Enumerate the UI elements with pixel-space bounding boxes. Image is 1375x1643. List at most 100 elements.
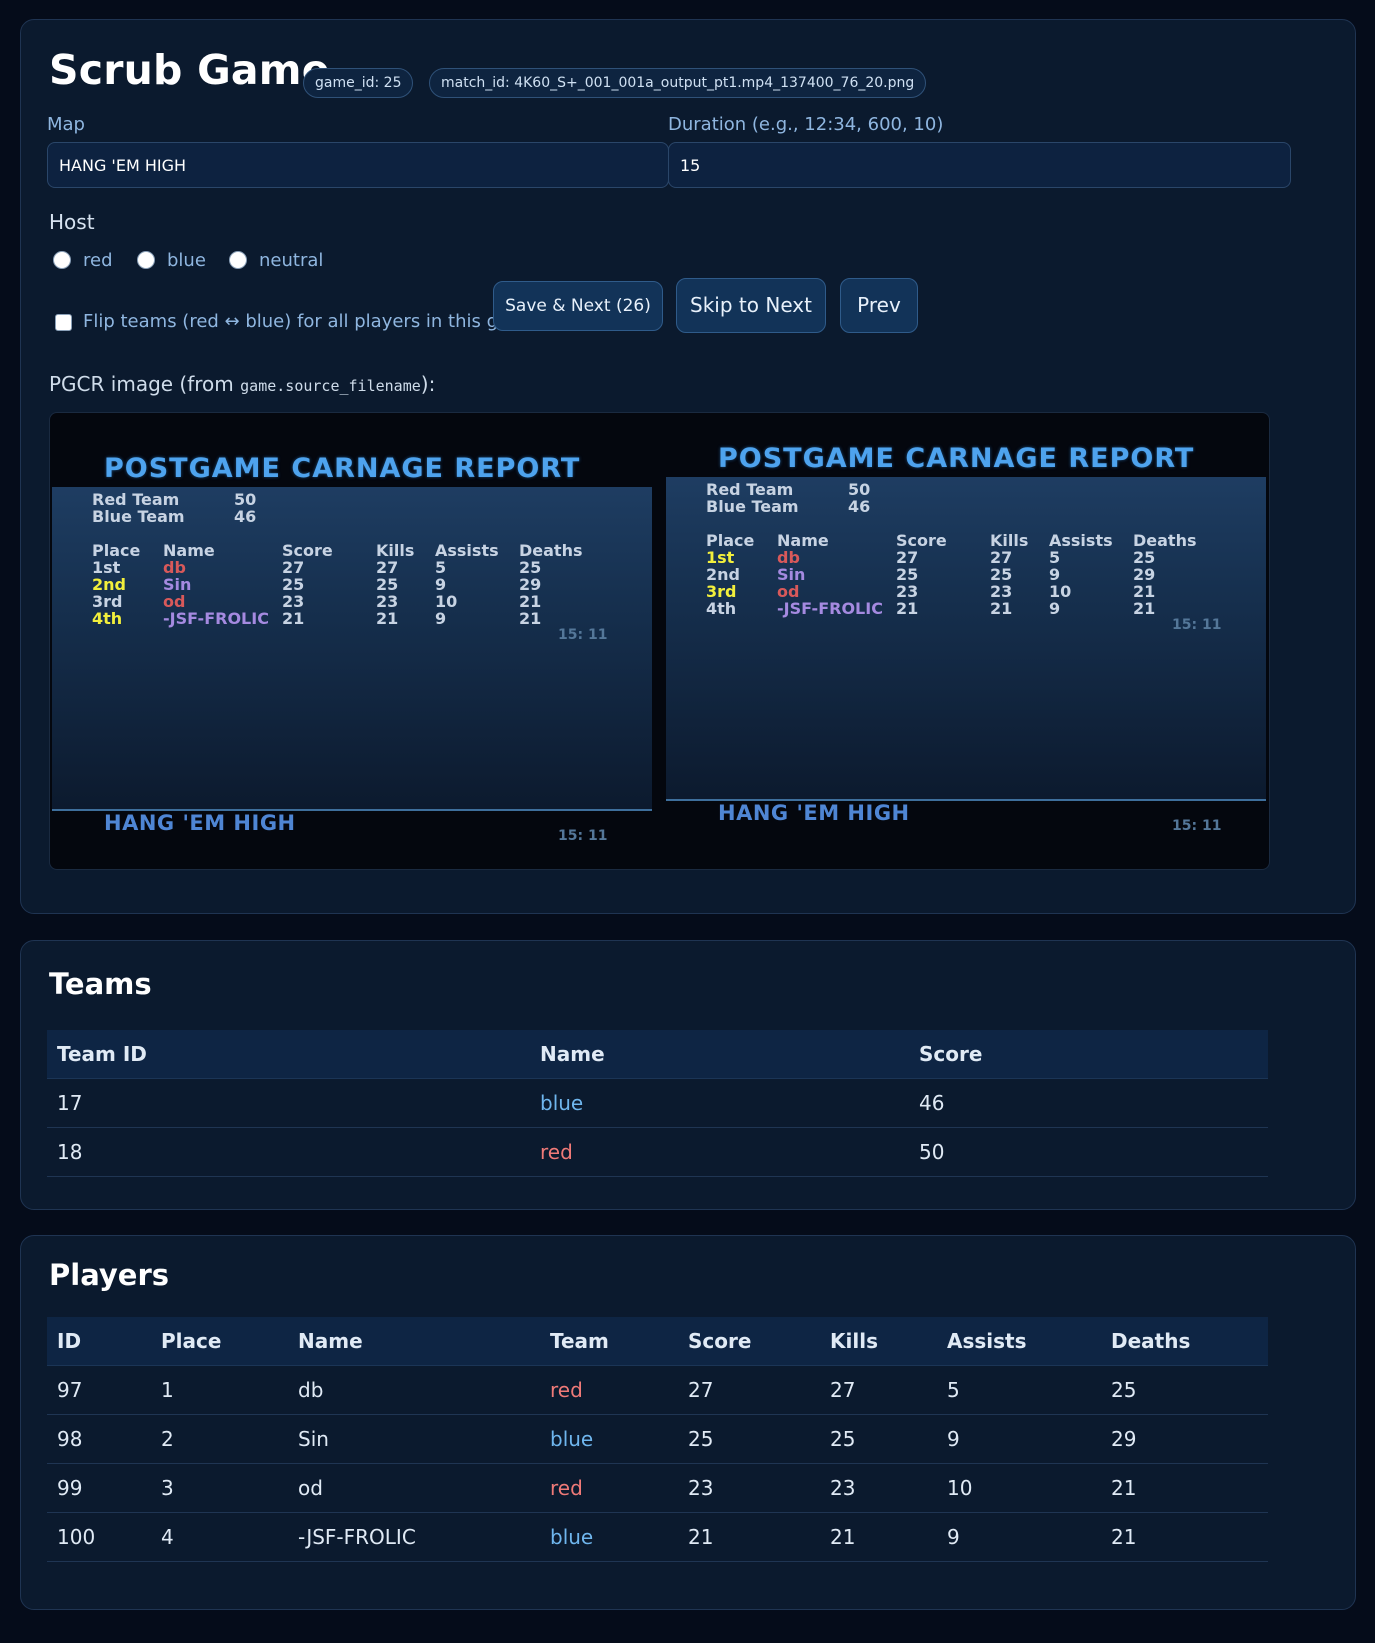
table-row: 99 3 od red 23 23 10 21	[47, 1463, 1268, 1513]
host-radio-neutral[interactable]: neutral	[229, 248, 323, 272]
player-assists-cell: 10	[937, 1463, 1101, 1513]
pgcr-kills-cell: 25	[376, 575, 399, 594]
pgcr-col-header: Assists	[435, 541, 499, 560]
table-row: 18 red 50	[47, 1127, 1268, 1177]
pgcr-image: POSTGAME CARNAGE REPORT Red Team 50 Blue Te…	[49, 412, 1270, 870]
skip-next-button[interactable]: Skip to Next	[676, 278, 826, 333]
player-score-cell: 21	[678, 1512, 820, 1562]
teams-heading: Teams	[49, 967, 152, 1001]
player-place-cell: 4	[151, 1512, 288, 1562]
pgcr-place-cell: 1st	[706, 548, 735, 567]
pgcr-deaths-cell: 21	[1133, 599, 1156, 618]
pgcr-deaths-cell: 29	[1133, 565, 1156, 584]
pgcr-deaths-cell: 21	[1133, 582, 1156, 601]
pgcr-score-cell: 27	[896, 548, 919, 567]
pgcr-place-cell: 3rd	[706, 582, 737, 601]
team-name-cell: blue	[530, 1078, 909, 1128]
pgcr-assists-cell: 5	[1049, 548, 1061, 567]
col-team-id: Team ID	[47, 1030, 530, 1079]
red-team-score: 50	[848, 480, 871, 499]
players-heading: Players	[49, 1258, 170, 1292]
pgcr-assists-cell: 9	[435, 609, 447, 628]
map-label: Map	[47, 114, 85, 135]
pgcr-col-header: Place	[92, 541, 141, 560]
pgcr-kills-cell: 25	[990, 565, 1013, 584]
pgcr-name-cell: Sin	[777, 565, 806, 584]
pgcr-col-header: Kills	[990, 531, 1029, 550]
pgcr-name-cell: Sin	[163, 575, 192, 594]
player-kills-cell: 23	[820, 1463, 937, 1513]
pgcr-name-cell: db	[163, 558, 186, 577]
player-assists-cell: 5	[937, 1365, 1101, 1415]
host-label: Host	[49, 210, 95, 234]
player-name-cell: od	[288, 1463, 540, 1513]
pgcr-col-header: Deaths	[1133, 531, 1197, 550]
game-id-badge: game_id: 25	[303, 68, 414, 98]
duration-input[interactable]	[668, 142, 1291, 188]
col-assists: Assists	[937, 1317, 1101, 1366]
players-card: Players ID Place Name Team Score Kills A…	[20, 1235, 1356, 1610]
pgcr-deaths-cell: 25	[519, 558, 542, 577]
player-team-cell: blue	[540, 1512, 678, 1562]
player-kills-cell: 27	[820, 1365, 937, 1415]
players-body: 97 1 db red 27 27 5 25 98 2 Sin blue 25 25 9 29 99 3 od red…	[47, 1365, 1268, 1562]
save-next-button[interactable]: Save & Next (26)	[493, 281, 663, 331]
player-name-cell: -JSF-FROLIC	[288, 1512, 540, 1562]
player-id-cell: 99	[47, 1463, 151, 1513]
pgcr-map-name: HANG 'EM HIGH	[718, 801, 910, 825]
table-row: 98 2 Sin blue 25 25 9 29	[47, 1414, 1268, 1464]
pgcr-col-header: Score	[896, 531, 947, 550]
col-name: Name	[288, 1317, 540, 1366]
table-header-row: Team ID Name Score	[47, 1030, 1268, 1079]
table-row: 100 4 -JSF-FROLIC blue 21 21 9 21	[47, 1512, 1268, 1562]
host-radio-blue[interactable]: blue	[137, 248, 206, 272]
map-input[interactable]	[47, 142, 669, 188]
pgcr-score-cell: 25	[282, 575, 305, 594]
col-score: Score	[678, 1317, 820, 1366]
radio-button[interactable]	[53, 251, 71, 269]
game-card: Scrub Game game_id: 25 match_id: 4K60_S+…	[20, 19, 1356, 914]
player-score-cell: 23	[678, 1463, 820, 1513]
pgcr-score-cell: 21	[282, 609, 305, 628]
pgcr-kills-cell: 27	[990, 548, 1013, 567]
player-score-cell: 25	[678, 1414, 820, 1464]
col-score: Score	[909, 1030, 1268, 1079]
pgcr-name-cell: -JSF-FROLIC	[163, 609, 269, 628]
flip-teams-label: Flip teams (red ↔ blue) for all players …	[83, 311, 538, 332]
pgcr-score-cell: 21	[896, 599, 919, 618]
pgcr-time-bottom: 15: 11	[1172, 818, 1222, 834]
pgcr-place-cell: 4th	[92, 609, 123, 628]
pgcr-deaths-cell: 25	[1133, 548, 1156, 567]
player-name-cell: db	[288, 1365, 540, 1415]
host-radio-red[interactable]: red	[53, 248, 113, 272]
prev-button[interactable]: Prev	[840, 278, 918, 333]
pgcr-name-cell: -JSF-FROLIC	[777, 599, 883, 618]
player-team-cell: blue	[540, 1414, 678, 1464]
blue-team-score: 46	[848, 497, 871, 516]
table-row: 97 1 db red 27 27 5 25	[47, 1365, 1268, 1415]
col-name: Name	[530, 1030, 909, 1079]
team-name-cell: red	[530, 1127, 909, 1177]
radio-button[interactable]	[137, 251, 155, 269]
players-table: ID Place Name Team Score Kills Assists D…	[47, 1317, 1268, 1562]
pgcr-deaths-cell: 21	[519, 592, 542, 611]
player-name-cell: Sin	[288, 1414, 540, 1464]
blue-team-label: Blue Team	[706, 497, 799, 516]
col-id: ID	[47, 1317, 151, 1366]
pgcr-place-cell: 4th	[706, 599, 737, 618]
pgcr-place-cell: 2nd	[92, 575, 126, 594]
flip-teams-checkbox[interactable]	[55, 314, 72, 331]
pgcr-deaths-cell: 29	[519, 575, 542, 594]
pgcr-time: 15: 11	[1172, 617, 1222, 633]
pgcr-kills-cell: 21	[990, 599, 1013, 618]
team-score-cell: 50	[909, 1127, 1268, 1177]
pgcr-assists-cell: 5	[435, 558, 447, 577]
radio-button[interactable]	[229, 251, 247, 269]
pgcr-place-cell: 1st	[92, 558, 121, 577]
player-assists-cell: 9	[937, 1414, 1101, 1464]
red-team-label: Red Team	[92, 490, 180, 509]
pgcr-score-cell: 27	[282, 558, 305, 577]
pgcr-name-cell: od	[777, 582, 800, 601]
radio-label: blue	[167, 249, 206, 271]
pgcr-col-header: Score	[282, 541, 333, 560]
